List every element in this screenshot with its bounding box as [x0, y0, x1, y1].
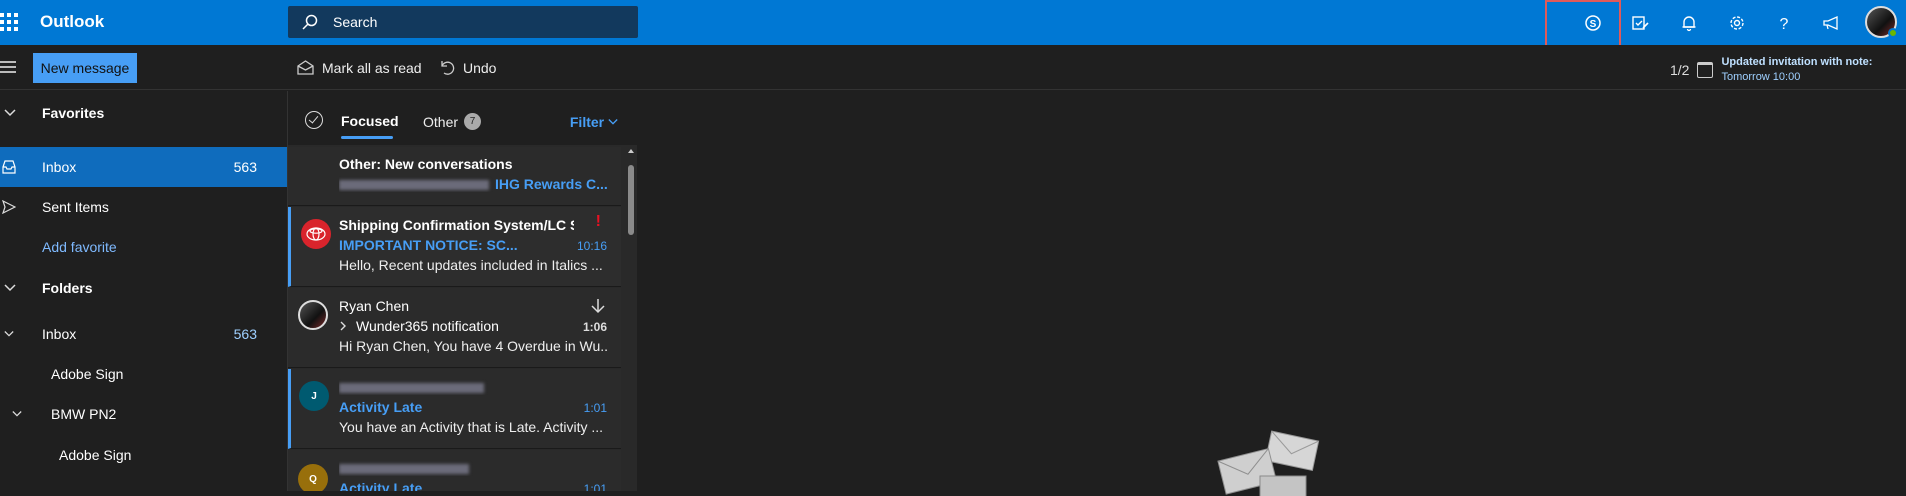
message-time: 1:06 [582, 320, 607, 334]
tab-other[interactable]: Other 7 [423, 113, 482, 130]
add-favorite-label: Add favorite [42, 239, 117, 255]
message-preview: Hello, Recent updates included in Italic… [339, 257, 603, 273]
add-favorite-link[interactable]: Add favorite [0, 227, 287, 267]
sidebar-item-label: Sent Items [42, 199, 109, 215]
calendar-icon [1697, 62, 1714, 78]
new-message-button[interactable]: New message [33, 53, 137, 83]
folder-label: Adobe Sign [59, 447, 132, 463]
select-all-icon[interactable] [305, 111, 323, 129]
message-time: 1:01 [583, 482, 607, 491]
undo-icon [441, 61, 455, 75]
envelope-open-icon [297, 60, 314, 75]
empty-mailbox-illustration-icon [1217, 430, 1320, 496]
reminder-time: Tomorrow 10:00 [1721, 71, 1801, 83]
svg-text:?: ? [1780, 16, 1789, 32]
tab-focused[interactable]: Focused [341, 113, 399, 139]
avatar [298, 300, 328, 330]
other-count-badge: 7 [464, 113, 482, 130]
sidebar-item-label: Inbox [42, 159, 77, 175]
list-item[interactable]: Shipping Confirmation System/LC Sys ! IM… [288, 207, 621, 287]
help-icon[interactable]: ? [1771, 10, 1797, 36]
list-item[interactable]: Q Activity Late 1:01 [288, 450, 621, 491]
inbox-tabs: Focused Other 7 Filter [288, 91, 637, 145]
bell-icon[interactable] [1676, 10, 1702, 36]
filter-label: Filter [569, 114, 605, 130]
hamburger-menu-icon[interactable] [0, 61, 16, 73]
message-list: Focused Other 7 Filter Other: New conver… [287, 91, 637, 491]
message-time: 10:16 [576, 239, 607, 253]
undo-button[interactable]: Undo [438, 59, 496, 76]
message-subject: IMPORTANT NOTICE: SC... [339, 237, 518, 253]
avatar [301, 219, 331, 249]
list-item[interactable]: Ryan Chen Wunder365 notification 1:06 Hi… [288, 288, 621, 368]
undo-label: Undo [463, 59, 497, 76]
chevron-down-icon [12, 411, 22, 417]
toyota-logo-icon [306, 227, 326, 241]
sidebar-item-inbox[interactable]: Inbox 563 [0, 147, 287, 187]
avatar: J [299, 381, 329, 411]
megaphone-icon[interactable] [1818, 10, 1844, 36]
folder-adobe-sign[interactable]: Adobe Sign [0, 354, 287, 394]
folder-pane: Favorites Inbox 563 Sent Items Add favor… [0, 91, 287, 491]
message-sender: Other: New conversations [339, 156, 513, 172]
folders-header[interactable]: Folders [0, 268, 287, 308]
folders-label: Folders [42, 280, 93, 296]
chevron-right-icon [340, 321, 346, 331]
tab-other-label: Other [423, 113, 459, 130]
message-sender [339, 379, 574, 395]
folder-adobe-sign-sub[interactable]: Adobe Sign [0, 435, 287, 475]
send-icon [2, 200, 16, 214]
message-subject: Wunder365 notification [356, 318, 499, 334]
unread-count: 563 [233, 326, 257, 342]
folder-label: Adobe Sign [51, 366, 124, 382]
filter-button[interactable]: Filter [570, 114, 618, 130]
message-subject: Activity Late [339, 480, 423, 491]
mark-all-read-label: Mark all as read [322, 59, 422, 76]
favorites-header[interactable]: Favorites [0, 93, 287, 133]
folder-label: Inbox [42, 326, 77, 342]
chevron-down-icon [4, 284, 16, 292]
importance-icon: ! [595, 213, 601, 230]
message-subject: IHG Rewards C... [339, 176, 609, 192]
todo-icon[interactable] [1627, 10, 1653, 36]
folder-inbox[interactable]: Inbox 563 [0, 314, 287, 354]
chevron-down-icon [4, 331, 14, 337]
reminder-notification[interactable]: 1/2 Updated invitation with note: Tomorr… [1670, 55, 1872, 85]
gear-icon[interactable] [1724, 10, 1750, 36]
command-bar: New message Mark all as read Undo 1/2 Up… [0, 45, 1906, 90]
chevron-down-icon [608, 119, 618, 125]
search-icon [302, 14, 318, 30]
message-sender: Shipping Confirmation System/LC Sys [339, 217, 574, 233]
message-sender [339, 460, 574, 476]
message-subject: Activity Late [339, 399, 423, 415]
folder-label: BMW PN2 [51, 406, 117, 422]
favorites-label: Favorites [42, 105, 105, 121]
scroll-up-arrow-icon[interactable] [628, 149, 634, 153]
list-item[interactable]: Other: New conversations IHG Rewards C..… [288, 147, 621, 206]
other-sender-name: IHG Rewards C... [495, 176, 608, 192]
reading-pane [638, 91, 1906, 496]
mark-all-read-button[interactable]: Mark all as read [297, 59, 422, 76]
unread-count: 563 [233, 159, 257, 175]
scrollbar[interactable] [625, 145, 637, 491]
chevron-down-icon [4, 109, 16, 117]
scrollbar-thumb[interactable] [628, 165, 634, 235]
reminder-counter: 1/2 [1670, 62, 1690, 78]
sidebar-item-sent[interactable]: Sent Items [0, 187, 287, 227]
list-item[interactable]: J Activity Late 1:01 You have an Activit… [288, 369, 621, 449]
search-box[interactable]: Search [288, 6, 638, 38]
message-sender: Ryan Chen [339, 298, 410, 314]
app-name[interactable]: Outlook [40, 12, 104, 32]
reminder-title: Updated invitation with note: [1721, 56, 1873, 68]
message-preview: Hi Ryan Chen, You have 4 Overdue in Wu..… [339, 338, 609, 354]
message-preview: You have an Activity that is Late. Activ… [339, 419, 604, 435]
arrow-down-icon [591, 299, 605, 314]
message-time: 1:01 [583, 401, 607, 415]
inbox-icon [2, 160, 16, 174]
search-placeholder: Search [333, 14, 378, 30]
folder-bmw-pn2[interactable]: BMW PN2 [0, 394, 287, 434]
presence-indicator [1888, 28, 1898, 38]
app-launcher-icon[interactable] [0, 13, 18, 31]
avatar: Q [298, 464, 328, 491]
